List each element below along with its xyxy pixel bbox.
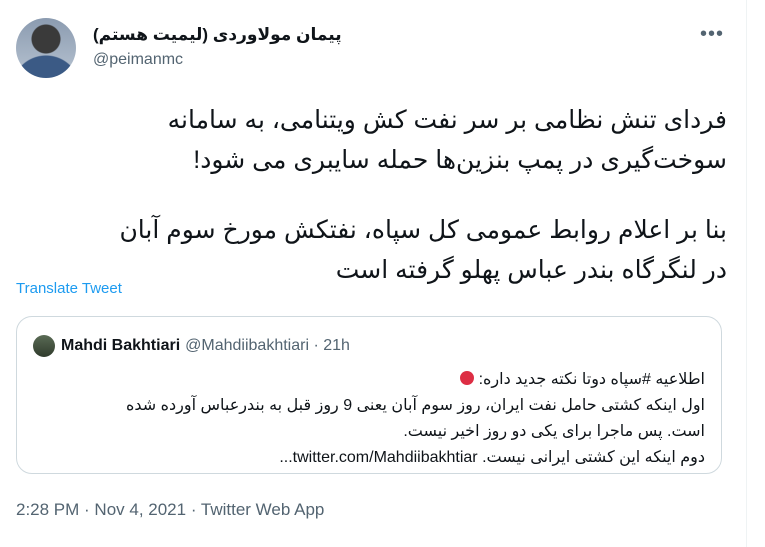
quoted-tweet[interactable]: Mahdi Bakhtiari @Mahdiibakhtiari · 21h ا… <box>16 316 722 474</box>
tweet-body: فردای تنش نظامی بر سر نفت کش ویتنامی، به… <box>16 100 727 290</box>
more-icon[interactable]: ••• <box>700 23 724 46</box>
quoted-line: اطلاعیه #سپاه دوتا نکته جدید داره: <box>478 371 705 388</box>
avatar[interactable] <box>16 18 76 78</box>
author-block: پیمان مولاوردی (لیمیت هستم) @peimanmc <box>93 25 342 69</box>
quoted-avatar <box>33 335 55 357</box>
red-circle-icon <box>460 371 475 385</box>
quoted-line: دوم اینکه این کشتی ایرانی نیست. twitter.… <box>279 449 705 466</box>
quoted-handle-time: @Mahdiibakhtiari · 21h <box>185 337 350 354</box>
tweet-line: بنا بر اعلام روابط عمومی کل سپاه، نفتکش … <box>119 216 727 244</box>
tweet-line: فردای تنش نظامی بر سر نفت کش ویتنامی، به… <box>167 106 727 134</box>
translate-tweet-link[interactable]: Translate Tweet <box>16 280 122 297</box>
right-panel-border <box>746 0 765 547</box>
quoted-tweet-text: اطلاعیه #سپاه دوتا نکته جدید داره: اول ا… <box>33 367 705 471</box>
tweet-line: سوخت‌گیری در پمپ بنزین‌ها حمله سایبری می… <box>193 146 727 174</box>
tweet-timestamp[interactable]: 2:28 PM · Nov 4, 2021 · Twitter Web App <box>16 500 324 520</box>
quoted-author-name: Mahdi Bakhtiari <box>61 337 181 354</box>
author-name[interactable]: پیمان مولاوردی (لیمیت هستم) <box>93 25 342 45</box>
quoted-tweet-header: Mahdi Bakhtiari @Mahdiibakhtiari · 21h <box>33 335 350 357</box>
author-handle[interactable]: @peimanmc <box>93 51 342 69</box>
quoted-line: اول اینکه کشتی حامل نفت ایران، روز سوم آ… <box>125 397 705 414</box>
quoted-line: است. پس ماجرا برای یکی دو روز اخیر نیست. <box>403 423 705 440</box>
tweet-line: در لنگرگاه بندر عباس پهلو گرفته است <box>335 256 727 284</box>
